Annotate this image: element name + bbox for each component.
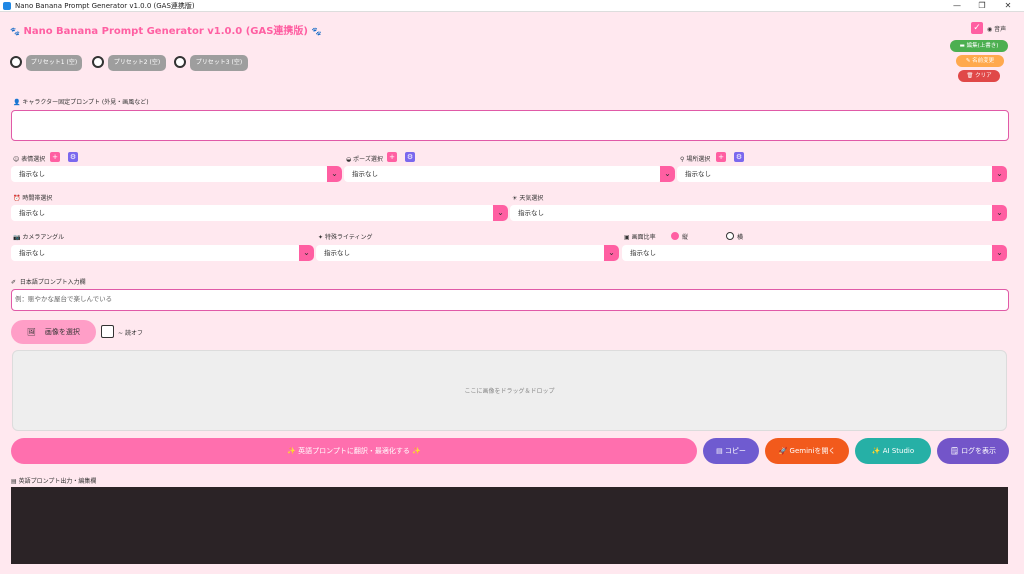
time-label: ⏰ 時間帯選択 <box>13 195 53 202</box>
expression-add-button[interactable]: + <box>50 152 60 162</box>
place-label: ⚲ 場所選択 <box>680 156 711 163</box>
expression-label: ☺ 表情選択 <box>13 156 46 163</box>
chevron-down-icon[interactable]: ⌄ <box>493 205 508 221</box>
image-icon: 🖼 <box>27 328 36 336</box>
pencil-icon: ✐ <box>11 279 17 286</box>
clock-icon: ⏰ <box>13 195 21 202</box>
frame-icon: ▣ <box>624 234 630 241</box>
place-select[interactable]: 指示なし <box>677 166 995 182</box>
clipboard-icon: ▤ <box>716 447 725 455</box>
trash-icon: 🗑 <box>966 73 976 79</box>
ratio-horizontal-label: 横 <box>737 234 744 241</box>
location-pin-icon: ⚲ <box>680 156 685 163</box>
pose-label: ◒ ポーズ選択 <box>346 156 383 163</box>
edit-overwrite-button[interactable]: ▬ 編集(上書き) <box>950 40 1008 52</box>
character-prompt-label: 👤 キャラクター固定プロンプト (外見・画風など) <box>13 99 149 106</box>
preset-2-button[interactable]: プリセット2 (空) <box>108 55 166 71</box>
preset-1-radio[interactable] <box>10 56 22 68</box>
ratio-label: ▣ 画面比率 <box>624 234 656 241</box>
expression-select[interactable]: 指示なし <box>11 166 329 182</box>
expression-settings-button[interactable]: ⚙ <box>68 152 78 162</box>
paw-icon: 🐾 <box>10 27 20 36</box>
log-icon: 🗒 <box>949 447 962 455</box>
ratio-horizontal-radio[interactable] <box>726 232 734 240</box>
clear-button[interactable]: 🗑 クリア <box>958 70 1000 82</box>
sparkle-icon: ✨ <box>871 447 883 455</box>
show-log-button[interactable]: 🗒 ログを表示 <box>937 438 1009 464</box>
paw-icon: 🐾 <box>311 27 322 36</box>
open-gemini-button[interactable]: 🚀 Geminiを開く <box>765 438 849 464</box>
read-toggle-label: ~ 読オフ <box>118 330 143 337</box>
chevron-down-icon[interactable]: ⌄ <box>660 166 675 182</box>
close-button[interactable]: ✕ <box>996 0 1020 12</box>
chevron-down-icon[interactable]: ⌄ <box>992 166 1007 182</box>
preset-3-button[interactable]: プリセット3 (空) <box>190 55 248 71</box>
ai-studio-button[interactable]: ✨ AI Studio <box>855 438 931 464</box>
weather-label: ☀ 天気選択 <box>512 195 544 202</box>
place-add-button[interactable]: + <box>716 152 726 162</box>
speaker-icon: ◉ <box>987 26 993 33</box>
preset-1-button[interactable]: プリセット1 (空) <box>26 55 82 71</box>
ratio-select[interactable]: 指示なし <box>622 245 994 261</box>
rename-button[interactable]: ✎ 名前変更 <box>956 55 1004 67</box>
voice-label: ◉ 音声 <box>987 26 1007 33</box>
rocket-icon: 🚀 <box>778 447 790 455</box>
copy-button[interactable]: ▤ コピー <box>703 438 759 464</box>
camera-icon: 📷 <box>13 234 21 241</box>
pose-add-button[interactable]: + <box>387 152 397 162</box>
character-prompt-input[interactable] <box>11 110 1009 141</box>
chevron-down-icon[interactable]: ⌄ <box>992 205 1007 221</box>
chevron-down-icon[interactable]: ⌄ <box>327 166 342 182</box>
lighting-select[interactable]: 指示なし <box>316 245 606 261</box>
speaker-off-icon: ~ <box>118 330 124 337</box>
place-settings-button[interactable]: ⚙ <box>734 152 744 162</box>
ratio-vertical-radio[interactable] <box>671 232 679 240</box>
chevron-down-icon[interactable]: ⌄ <box>299 245 314 261</box>
preset-3-radio[interactable] <box>174 56 186 68</box>
maximize-button[interactable]: ❐ <box>970 0 994 12</box>
minimize-button[interactable]: — <box>945 0 969 12</box>
pose-settings-button[interactable]: ⚙ <box>405 152 415 162</box>
camera-select[interactable]: 指示なし <box>11 245 301 261</box>
save-icon: ▬ <box>959 43 967 49</box>
jp-prompt-input[interactable]: 例：賑やかな屋台で楽しんでいる <box>11 289 1009 311</box>
preset-2-radio[interactable] <box>92 56 104 68</box>
select-image-button[interactable]: 🖼 画像を選択 <box>11 320 96 344</box>
person-icon: 👤 <box>13 99 21 106</box>
jp-prompt-label: ✐ 日本語プロンプト入力欄 <box>11 279 86 286</box>
face-icon: ☺ <box>13 156 20 163</box>
weather-select[interactable]: 指示なし <box>510 205 995 221</box>
sparkle-icon: ✦ <box>318 234 324 241</box>
voice-checkbox[interactable]: ✓ <box>971 22 983 34</box>
lighting-label: ✦ 特殊ライティング <box>318 234 373 241</box>
image-dropzone[interactable]: ここに画像をドラッグ＆ドロップ <box>12 350 1007 431</box>
pose-select[interactable]: 指示なし <box>344 166 662 182</box>
app-icon <box>3 2 11 10</box>
read-toggle-checkbox[interactable] <box>101 325 114 338</box>
ratio-vertical-label: 縦 <box>682 234 689 241</box>
app-title-text: Nano Banana Prompt Generator v1.0.0 (GAS… <box>23 26 308 37</box>
sparkle-icon: ✨ <box>409 447 421 455</box>
time-select[interactable]: 指示なし <box>11 205 495 221</box>
window-title: Nano Banana Prompt Generator v1.0.0 (GAS… <box>15 2 195 10</box>
output-label: ▤ 英語プロンプト出力・編集欄 <box>11 478 97 485</box>
translate-button[interactable]: ✨ 英語プロンプトに翻訳・最適化する ✨ <box>11 438 697 464</box>
window-titlebar: Nano Banana Prompt Generator v1.0.0 (GAS… <box>0 0 1024 12</box>
english-prompt-output[interactable] <box>11 487 1008 564</box>
chevron-down-icon[interactable]: ⌄ <box>604 245 619 261</box>
sparkle-icon: ✨ <box>287 447 299 455</box>
chevron-down-icon[interactable]: ⌄ <box>992 245 1007 261</box>
document-icon: ▤ <box>11 478 17 485</box>
app-title: 🐾 Nano Banana Prompt Generator v1.0.0 (G… <box>10 22 321 37</box>
pose-icon: ◒ <box>346 156 352 163</box>
sun-icon: ☀ <box>512 195 518 202</box>
camera-label: 📷 カメラアングル <box>13 234 65 241</box>
